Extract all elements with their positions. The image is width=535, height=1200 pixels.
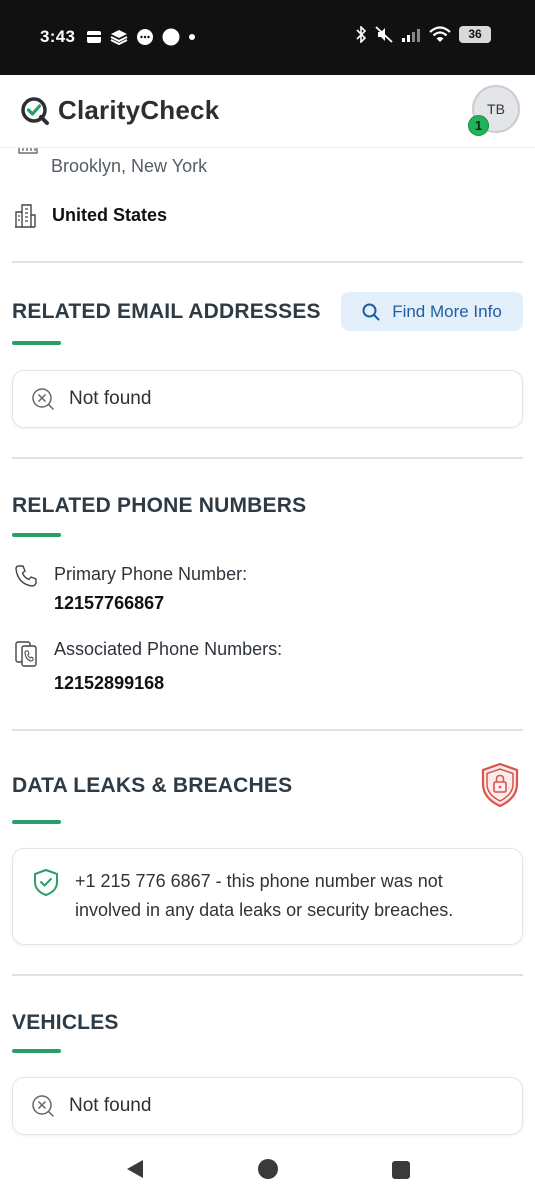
vehicles-not-found-text: Not found bbox=[69, 1095, 152, 1116]
system-icons: 36 bbox=[355, 26, 491, 43]
shield-check-icon bbox=[34, 869, 58, 896]
wifi-icon bbox=[429, 26, 451, 42]
breach-result-card: +1 215 776 6867 - this phone number was … bbox=[12, 848, 523, 945]
bluetooth-icon bbox=[356, 26, 367, 43]
section-accent bbox=[12, 820, 61, 824]
section-title-phones: RELATED PHONE NUMBERS bbox=[12, 494, 307, 517]
avatar-initials: TB bbox=[487, 101, 505, 117]
app-header: ClarityCheck TB 1 bbox=[0, 75, 535, 148]
find-more-info-button[interactable]: Find More Info bbox=[341, 292, 523, 331]
report-content: Brooklyn, New York United States RELATED… bbox=[0, 148, 535, 1138]
associated-phone-row: Associated Phone Numbers: 12152899168 bbox=[14, 639, 282, 694]
associated-phone-label: Associated Phone Numbers: bbox=[54, 639, 283, 659]
section-accent bbox=[12, 1049, 61, 1053]
status-time: 3:43 bbox=[40, 27, 76, 46]
dot-icon bbox=[189, 34, 195, 40]
shield-lock-icon bbox=[481, 762, 519, 808]
find-more-info-label: Find More Info bbox=[392, 301, 502, 321]
system-nav-bar bbox=[0, 1138, 535, 1200]
wallet-icon bbox=[87, 31, 101, 43]
chat-bubble-icon bbox=[137, 29, 153, 45]
email-not-found-text: Not found bbox=[69, 388, 152, 409]
buildings-icon bbox=[15, 204, 36, 228]
divider bbox=[12, 261, 523, 263]
location-country: United States bbox=[52, 204, 168, 225]
divider bbox=[12, 457, 523, 459]
primary-phone-label: Primary Phone Number: bbox=[54, 564, 248, 584]
home-icon[interactable] bbox=[257, 1158, 279, 1180]
stack-icon bbox=[110, 30, 128, 45]
muted-icon bbox=[375, 26, 393, 43]
vehicles-result-card: Not found bbox=[12, 1077, 523, 1135]
search-icon bbox=[362, 303, 380, 320]
email-result-card: Not found bbox=[12, 370, 523, 428]
status-bar: 3:43 36 bbox=[0, 0, 535, 75]
section-accent bbox=[12, 533, 61, 537]
associated-phone-value[interactable]: 12152899168 bbox=[54, 673, 282, 694]
building-icon-partial bbox=[18, 148, 38, 154]
section-title-emails: RELATED EMAIL ADDRESSES bbox=[12, 300, 321, 323]
phone-list-icon bbox=[15, 641, 37, 667]
divider bbox=[12, 974, 523, 976]
logo[interactable]: ClarityCheck bbox=[20, 95, 219, 126]
primary-phone-row: Primary Phone Number: 12157766867 bbox=[14, 564, 247, 614]
section-accent bbox=[12, 341, 61, 345]
circle-icon bbox=[162, 28, 180, 46]
logo-text: ClarityCheck bbox=[58, 95, 220, 125]
battery-indicator: 36 bbox=[459, 26, 491, 43]
not-found-icon bbox=[32, 388, 54, 410]
breach-message: +1 215 776 6867 - this phone number was … bbox=[75, 871, 454, 920]
location-city: Brooklyn, New York bbox=[51, 156, 208, 176]
notification-badge: 1 bbox=[468, 115, 489, 136]
back-icon[interactable] bbox=[124, 1158, 146, 1180]
divider bbox=[12, 729, 523, 731]
section-title-breaches: DATA LEAKS & BREACHES bbox=[12, 774, 293, 797]
section-title-vehicles: VEHICLES bbox=[12, 1011, 119, 1034]
recents-icon[interactable] bbox=[391, 1160, 411, 1180]
primary-phone-value[interactable]: 12157766867 bbox=[54, 593, 247, 614]
phone-icon bbox=[15, 565, 37, 587]
clarity-check-logo-icon bbox=[21, 96, 49, 125]
not-found-icon bbox=[32, 1095, 54, 1117]
notification-icons bbox=[86, 28, 196, 46]
signal-icon bbox=[402, 28, 420, 42]
location-country-row: United States bbox=[14, 202, 167, 228]
